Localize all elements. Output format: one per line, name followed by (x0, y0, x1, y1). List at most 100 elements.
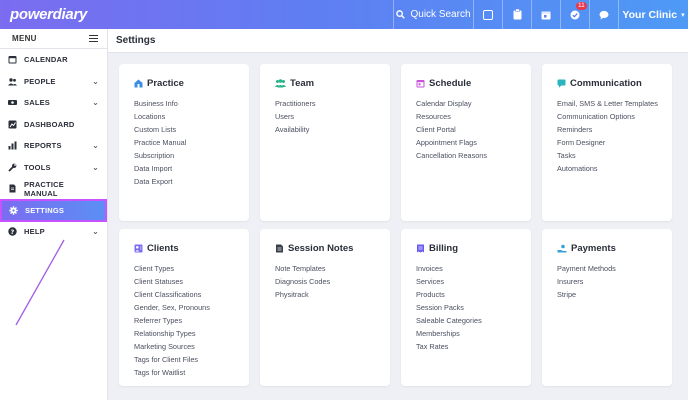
card-communication: Communication Email, SMS & Letter Templa… (542, 64, 672, 221)
link-client-types[interactable]: Client Types (134, 262, 249, 275)
chevron-down-icon: ⌄ (92, 76, 99, 86)
top-bar: powerdiary Quick Search 11 Your Clinic ▾ (0, 0, 688, 29)
link-reminders[interactable]: Reminders (557, 123, 672, 136)
annotation-arrow (15, 239, 65, 326)
link-tags-for-waitlist[interactable]: Tags for Waitlist (134, 366, 249, 379)
notification-badge: 11 (576, 2, 587, 10)
sidebar-item-sales[interactable]: SALES ⌄ (0, 92, 107, 114)
link-diagnosis-codes[interactable]: Diagnosis Codes (275, 275, 390, 288)
link-communication-options[interactable]: Communication Options (557, 110, 672, 123)
link-cancellation-reasons[interactable]: Cancellation Reasons (416, 149, 531, 162)
clinic-label: Your Clinic (622, 8, 678, 21)
link-custom-lists[interactable]: Custom Lists (134, 123, 249, 136)
sidebar-item-people[interactable]: PEOPLE ⌄ (0, 71, 107, 93)
link-business-info[interactable]: Business Info (134, 97, 249, 110)
contacts-button[interactable] (473, 0, 502, 29)
top-actions: Quick Search 11 Your Clinic ▾ (393, 0, 688, 29)
link-appointment-flags[interactable]: Appointment Flags (416, 136, 531, 149)
link-locations[interactable]: Locations (134, 110, 249, 123)
link-client-classifications[interactable]: Client Classifications (134, 288, 249, 301)
main-content: Settings Practice Business Info Location… (108, 29, 688, 400)
help-icon: ? (8, 227, 17, 236)
link-relationship-types[interactable]: Relationship Types (134, 327, 249, 340)
link-client-statuses[interactable]: Client Statuses (134, 275, 249, 288)
sidebar-item-label: REPORTS (24, 141, 62, 151)
card-title: Practice (134, 78, 249, 89)
schedule-icon (416, 80, 425, 88)
chevron-down-icon: ⌄ (92, 141, 99, 151)
reports-icon (8, 141, 17, 150)
card-title-text: Session Notes (288, 243, 354, 254)
document-icon (9, 184, 16, 193)
card-team: Team Practitioners Users Availability (260, 64, 390, 221)
link-practitioners[interactable]: Practitioners (275, 97, 390, 110)
link-email-sms-letter-templates[interactable]: Email, SMS & Letter Templates (557, 97, 672, 110)
chat-bubble-icon (599, 10, 609, 19)
link-referrer-types[interactable]: Referrer Types (134, 314, 249, 327)
link-availability[interactable]: Availability (275, 123, 390, 136)
house-icon (134, 79, 143, 88)
link-physitrack[interactable]: Physitrack (275, 288, 390, 301)
link-note-templates[interactable]: Note Templates (275, 262, 390, 275)
search-icon (396, 10, 406, 19)
link-automations[interactable]: Automations (557, 162, 672, 175)
messages-button[interactable] (589, 0, 618, 29)
link-tags-for-client-files[interactable]: Tags for Client Files (134, 353, 249, 366)
payment-hand-icon (557, 244, 567, 253)
calendar-button[interactable] (531, 0, 560, 29)
link-calendar-display[interactable]: Calendar Display (416, 97, 531, 110)
card-title-text: Clients (147, 243, 179, 254)
link-users[interactable]: Users (275, 110, 390, 123)
link-form-designer[interactable]: Form Designer (557, 136, 672, 149)
people-icon (8, 78, 17, 86)
clipboard-button[interactable] (502, 0, 531, 29)
sidebar-item-dashboard[interactable]: DASHBOARD (0, 114, 107, 136)
chevron-down-icon: ⌄ (92, 98, 99, 108)
hamburger-icon[interactable] (89, 35, 98, 42)
link-gender-sex-pronouns[interactable]: Gender, Sex, Pronouns (134, 301, 249, 314)
link-services[interactable]: Services (416, 275, 531, 288)
sidebar-item-practice-manual[interactable]: PRACTICE MANUAL (0, 178, 107, 200)
sidebar-item-label: TOOLS (24, 162, 51, 172)
sidebar-item-label: SETTINGS (25, 205, 65, 215)
menu-label: MENU (12, 34, 37, 43)
sidebar-item-calendar[interactable]: CALENDAR (0, 49, 107, 71)
sidebar-item-reports[interactable]: REPORTS ⌄ (0, 135, 107, 157)
link-memberships[interactable]: Memberships (416, 327, 531, 340)
menu-header: MENU (0, 29, 107, 49)
page-title: Settings (108, 29, 688, 53)
card-title: Payments (557, 243, 672, 254)
card-session-notes: Session Notes Note Templates Diagnosis C… (260, 229, 390, 386)
clinic-selector[interactable]: Your Clinic ▾ (618, 0, 688, 29)
link-stripe[interactable]: Stripe (557, 288, 672, 301)
sidebar-item-settings[interactable]: SETTINGS (0, 198, 107, 222)
team-icon (275, 79, 286, 88)
card-title-text: Billing (429, 243, 459, 254)
link-payment-methods[interactable]: Payment Methods (557, 262, 672, 275)
link-data-export[interactable]: Data Export (134, 175, 249, 188)
link-insurers[interactable]: Insurers (557, 275, 672, 288)
link-resources[interactable]: Resources (416, 110, 531, 123)
link-tasks[interactable]: Tasks (557, 149, 672, 162)
message-icon (557, 79, 566, 88)
card-payments: Payments Payment Methods Insurers Stripe (542, 229, 672, 386)
sidebar-item-label: DASHBOARD (24, 119, 75, 129)
clipboard-icon (513, 9, 521, 20)
link-marketing-sources[interactable]: Marketing Sources (134, 340, 249, 353)
link-client-portal[interactable]: Client Portal (416, 123, 531, 136)
link-saleable-categories[interactable]: Saleable Categories (416, 314, 531, 327)
card-title-text: Schedule (429, 78, 472, 89)
link-practice-manual[interactable]: Practice Manual (134, 136, 249, 149)
link-invoices[interactable]: Invoices (416, 262, 531, 275)
settings-grid: Practice Business Info Locations Custom … (119, 64, 681, 386)
sidebar-item-tools[interactable]: TOOLS ⌄ (0, 157, 107, 179)
tasks-button[interactable]: 11 (560, 0, 589, 29)
link-subscription[interactable]: Subscription (134, 149, 249, 162)
link-data-import[interactable]: Data Import (134, 162, 249, 175)
link-products[interactable]: Products (416, 288, 531, 301)
quick-search-button[interactable]: Quick Search (393, 0, 473, 29)
link-tax-rates[interactable]: Tax Rates (416, 340, 531, 353)
card-title: Clients (134, 243, 249, 254)
link-session-packs[interactable]: Session Packs (416, 301, 531, 314)
app-logo[interactable]: powerdiary (10, 6, 87, 23)
